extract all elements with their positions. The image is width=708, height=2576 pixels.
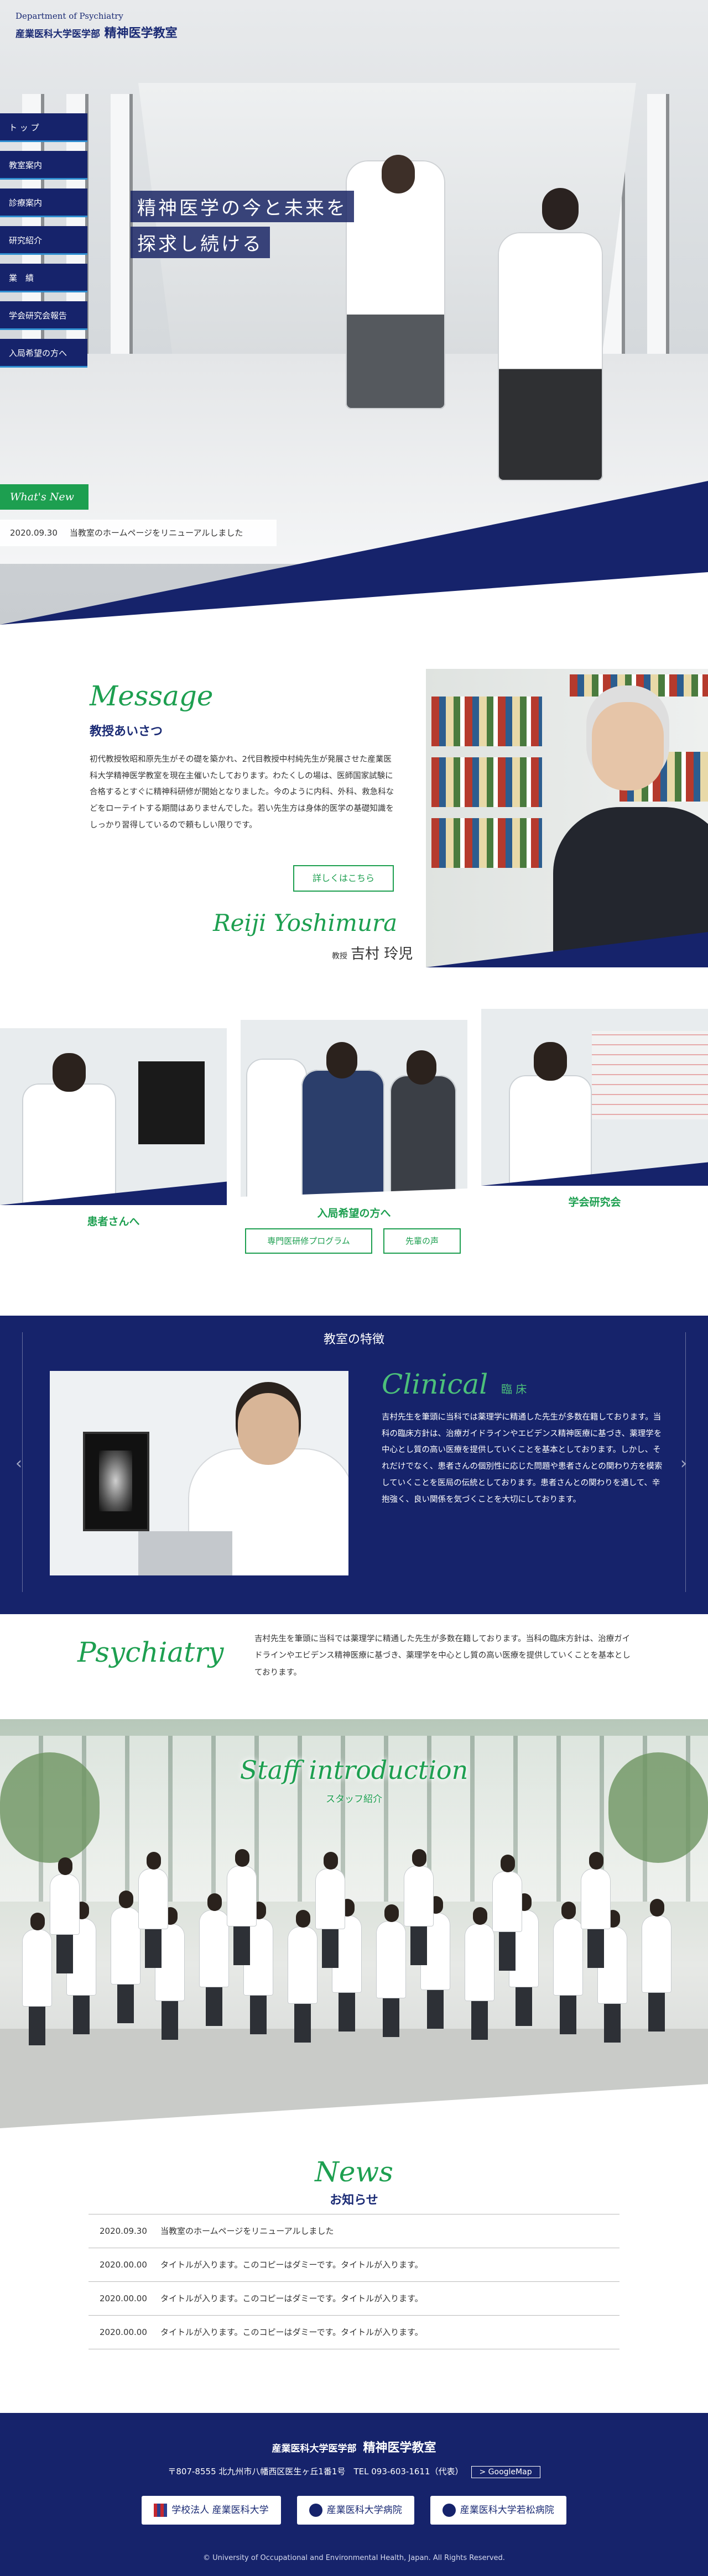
- footer: 産業医科大学医学部 精神医学教室 〒807-8555 北九州市八幡西区医生ヶ丘1番…: [0, 2413, 708, 2576]
- news-item[interactable]: 2020.00.00 タイトルが入ります。このコピーはダミーです。タイトルが入りま…: [88, 2248, 620, 2282]
- feature-title-en: Clinical: [382, 1368, 488, 1400]
- feature-photo: [50, 1371, 348, 1575]
- news-text[interactable]: タイトルが入ります。このコピーはダミーです。タイトルが入ります。: [160, 2327, 423, 2337]
- staff-title-jp: スタッフ紹介: [326, 1794, 382, 1805]
- catch-line-2: 探求し続ける: [131, 227, 270, 258]
- applicants-label[interactable]: 入局希望の方へ: [241, 1205, 467, 1220]
- feature-title: 教室の特徴: [323, 1333, 384, 1347]
- nav-conference-reports[interactable]: 学会研究会報告: [0, 301, 87, 330]
- news-item[interactable]: 2020.09.30 当教室のホームページをリニューアルしました: [88, 2214, 620, 2248]
- nav-top[interactable]: ト ッ プ: [0, 113, 87, 142]
- footer-link-hospital[interactable]: 産業医科大学病院: [296, 2496, 414, 2525]
- senior-voices-button[interactable]: 先輩の声: [383, 1228, 461, 1254]
- whats-new-text[interactable]: 当教室のホームページをリニューアルしました: [70, 528, 243, 538]
- feature-body: 吉村先生を筆頭に当科では薬理学に精通した先生が多数在籍しております。当科の臨床方…: [382, 1413, 663, 1504]
- whats-new-tag: What's New: [0, 484, 88, 510]
- brand-english: Department of Psychiatry: [15, 11, 123, 21]
- university-logo-icon: [154, 2504, 168, 2517]
- nav-clinical-guide[interactable]: 診療案内: [0, 189, 87, 217]
- hero-catchphrase: 精神医学の今と未来を 探求し続ける: [131, 191, 354, 263]
- footer-address-line: 〒807-8555 北九州市八幡西区医生ヶ丘1番1号 TEL 093-603-1…: [0, 2465, 708, 2478]
- patients-label[interactable]: 患者さんへ: [0, 1213, 227, 1228]
- footer-link-label: 産業医科大学病院: [326, 2505, 402, 2516]
- brand-university: 産業医科大学医学部: [15, 29, 100, 40]
- news-list: 2020.09.30 当教室のホームページをリニューアルしました 2020.00.…: [88, 2214, 620, 2349]
- nav-for-applicants[interactable]: 入局希望の方へ: [0, 339, 87, 368]
- footer-address: 〒807-8555 北九州市八幡西区医生ヶ丘1番1号 TEL 093-603-1…: [168, 2467, 464, 2476]
- professor-name-jp: 教授 吉村 玲児: [332, 943, 413, 963]
- message-title-en: Message: [90, 680, 214, 712]
- footer-title: 産業医科大学医学部 精神医学教室: [0, 2438, 708, 2455]
- catch-line-1: 精神医学の今と未来を: [131, 191, 354, 222]
- news-text[interactable]: タイトルが入ります。このコピーはダミーです。タイトルが入ります。: [160, 2294, 423, 2303]
- message-body: 初代教授牧昭和原先生がその礎を築かれ、2代目教授中村純先生が発展させた産業医科大…: [90, 755, 394, 830]
- news-date: 2020.00.00: [100, 2327, 147, 2337]
- footer-links: 学校法人 産業医科大学 産業医科大学病院 産業医科大学若松病院: [0, 2496, 708, 2525]
- news-item[interactable]: 2020.00.00 タイトルが入ります。このコピーはダミーです。タイトルが入りま…: [88, 2282, 620, 2316]
- hospital-logo-icon: [309, 2504, 322, 2517]
- feature-prev-icon[interactable]: ‹: [15, 1454, 22, 1473]
- footer-link-label: 産業医科大学若松病院: [460, 2505, 554, 2516]
- news-item[interactable]: 2020.00.00 タイトルが入ります。このコピーはダミーです。タイトルが入りま…: [88, 2316, 620, 2349]
- feature-next-icon[interactable]: ›: [680, 1454, 687, 1473]
- news-title-jp: お知らせ: [330, 2193, 378, 2207]
- brand-department: 精神医学教室: [104, 27, 178, 40]
- whats-new-bar[interactable]: 2020.09.30 当教室のホームページをリニューアルしました: [0, 520, 277, 546]
- society-label[interactable]: 学会研究会: [481, 1194, 708, 1209]
- footer-department: 精神医学教室: [363, 2441, 436, 2455]
- nav-research[interactable]: 研究紹介: [0, 226, 87, 255]
- message-more-button[interactable]: 詳しくはこちら: [293, 865, 394, 892]
- staff-title-en[interactable]: Staff introduction: [0, 1755, 708, 1785]
- footer-university: 産業医科大学医学部: [272, 2443, 357, 2454]
- hospital-logo-icon: [442, 2504, 456, 2517]
- patients-photo[interactable]: [0, 1028, 227, 1205]
- professor-title: 教授: [332, 952, 347, 961]
- society-photo[interactable]: [481, 1009, 708, 1186]
- google-map-button[interactable]: > GoogleMap: [471, 2466, 540, 2478]
- applicants-photo[interactable]: [241, 1020, 467, 1197]
- brand-japanese: 産業医科大学医学部 精神医学教室: [15, 23, 178, 41]
- professor-name: 吉村 玲児: [351, 946, 413, 962]
- nav-achievements[interactable]: 業 績: [0, 264, 87, 292]
- news-date: 2020.00.00: [100, 2260, 147, 2270]
- news-date: 2020.00.00: [100, 2294, 147, 2303]
- copyright: © University of Occupational and Environ…: [203, 2554, 505, 2562]
- footer-link-wakamatsu-hospital[interactable]: 産業医科大学若松病院: [430, 2496, 566, 2525]
- nav-department-guide[interactable]: 教室案内: [0, 151, 87, 180]
- site-logo[interactable]: Department of Psychiatry 産業医科大学医学部 精神医学教…: [15, 11, 178, 41]
- news-title-en: News: [315, 2156, 393, 2188]
- footer-link-label: 学校法人 産業医科大学: [171, 2505, 269, 2516]
- whats-new-date: 2020.09.30: [10, 528, 58, 538]
- message-title-jp: 教授あいさつ: [90, 725, 163, 739]
- program-button[interactable]: 専門医研修プログラム: [245, 1228, 372, 1254]
- news-text[interactable]: 当教室のホームページをリニューアルしました: [160, 2226, 334, 2236]
- psychiatry-title: Psychiatry: [77, 1636, 224, 1668]
- professor-photo: [426, 669, 708, 967]
- footer-link-university[interactable]: 学校法人 産業医科大学: [142, 2496, 281, 2525]
- side-nav: ト ッ プ 教室案内 診療案内 研究紹介 業 績 学会研究会報告 入局希望の方へ: [0, 113, 87, 376]
- news-date: 2020.09.30: [100, 2226, 147, 2236]
- psychiatry-body: 吉村先生を筆頭に当科では薬理学に精通した先生が多数在籍しております。当科の臨床方…: [254, 1635, 631, 1677]
- feature-title-jp: 臨 床: [501, 1383, 527, 1396]
- professor-name-en: Reiji Yoshimura: [213, 909, 398, 936]
- news-text[interactable]: タイトルが入ります。このコピーはダミーです。タイトルが入ります。: [160, 2260, 423, 2270]
